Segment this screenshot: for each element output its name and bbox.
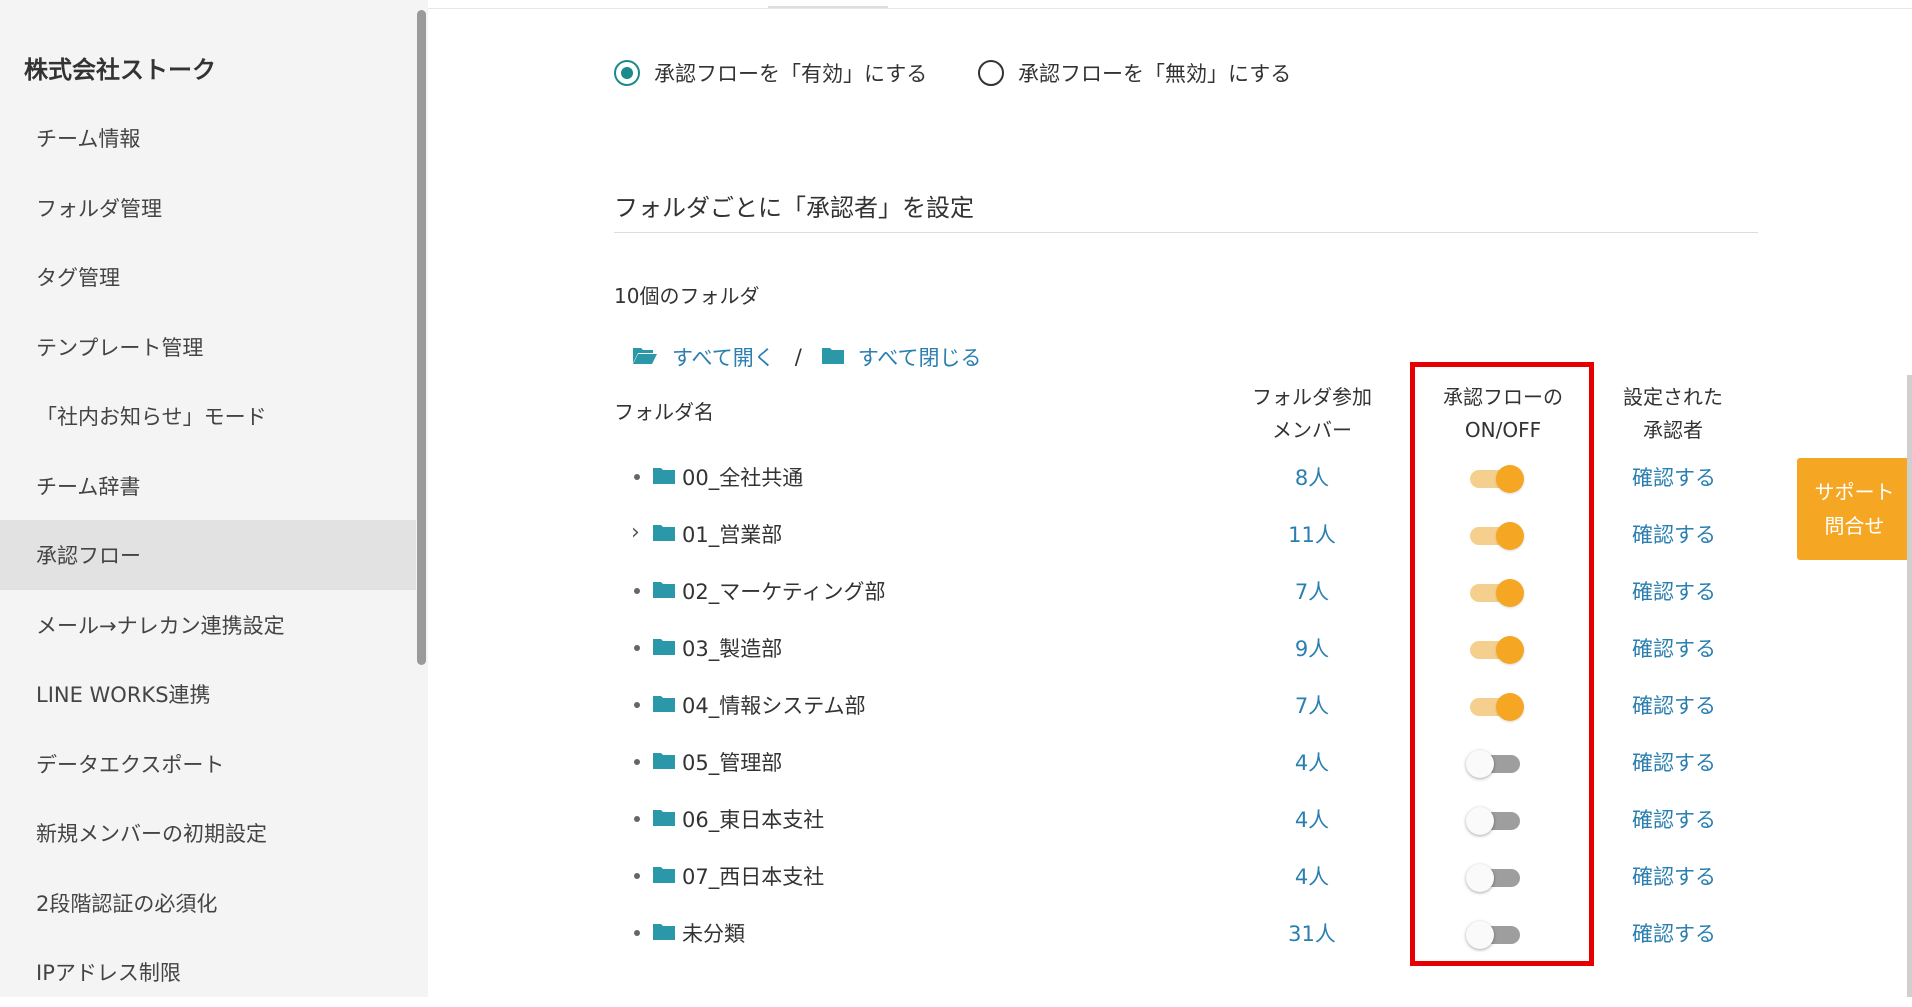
confirm-approver-link[interactable]: 確認する [1632,690,1716,720]
radio-checked-icon[interactable] [614,60,640,86]
folder-name[interactable]: 00_全社共通 [682,462,803,492]
sidebar-item[interactable]: チーム情報 [0,103,416,173]
top-tab-indicator [768,6,888,8]
section-divider [614,232,1758,233]
column-header-approver: 設定された 承認者 [1598,381,1748,447]
column-header-members-line2: メンバー [1272,418,1352,442]
member-count-link[interactable]: 9人 [1252,633,1372,663]
support-contact-button[interactable]: サポート 問合せ [1797,458,1912,560]
member-count-link[interactable]: 8人 [1252,462,1372,492]
close-all-link[interactable]: すべて閉じる [858,342,982,372]
separator: / [794,345,802,369]
sidebar-item-label: IPアドレス制限 [36,961,181,985]
chevron-right-icon[interactable]: › [631,519,640,547]
sidebar-scrollbar[interactable] [417,10,426,665]
bullet-icon [634,759,640,765]
radio-unchecked-icon[interactable] [978,60,1004,86]
bullet-icon [634,816,640,822]
confirm-approver-link[interactable]: 確認する [1632,804,1716,834]
folder-icon [653,865,675,887]
column-header-folder-name: フォルダ名 [614,400,714,424]
bullet-icon [634,474,640,480]
open-all-link[interactable]: すべて開く [672,342,775,372]
table-row: 07_西日本支社 4人 確認する [0,855,1912,895]
bullet-icon [634,645,640,651]
table-row: 06_東日本支社 4人 確認する [0,798,1912,838]
disable-approval-radio[interactable]: 承認フローを「無効」にする [978,58,1291,88]
member-count-link[interactable]: 7人 [1252,576,1372,606]
table-row: 03_製造部 9人 確認する [0,627,1912,667]
table-row: › 01_営業部 11人 確認する [0,513,1912,553]
column-header-approver-line1: 設定された [1623,385,1723,409]
folder-count: 10個のフォルダ [614,284,760,308]
settings-sidebar: 株式会社ストーク チーム情報フォルダ管理 タグ管理テンプレート管理「社内お知らせ」… [0,0,428,997]
confirm-approver-link[interactable]: 確認する [1632,747,1716,777]
column-header-members-line1: フォルダ参加 [1252,385,1372,409]
folder-name[interactable]: 07_西日本支社 [682,861,824,891]
table-row: 00_全社共通 8人 確認する [0,456,1912,496]
folder-name[interactable]: 04_情報システム部 [682,690,866,720]
confirm-approver-link[interactable]: 確認する [1632,462,1716,492]
folder-name[interactable]: 02_マーケティング部 [682,576,886,606]
folder-icon [653,523,675,545]
sidebar-item[interactable]: テンプレート管理 [0,312,416,382]
folder-name[interactable]: 未分類 [682,918,745,948]
member-count-link[interactable]: 4人 [1252,861,1372,891]
section-title: フォルダごとに「承認者」を設定 [614,194,974,222]
folder-open-icon [632,345,658,370]
sidebar-item[interactable]: 「社内お知らせ」モード [0,381,416,451]
confirm-approver-link[interactable]: 確認する [1632,918,1716,948]
bullet-icon [634,588,640,594]
folder-icon [653,580,675,602]
company-name: 株式会社ストーク [24,56,216,84]
enable-approval-radio[interactable]: 承認フローを「有効」にする [614,58,927,88]
sidebar-item-label: タグ管理 [36,266,120,290]
member-count-link[interactable]: 31人 [1252,918,1372,948]
table-row: 未分類 31人 確認する [0,912,1912,952]
folder-closed-icon [821,345,844,369]
member-count-link[interactable]: 4人 [1252,804,1372,834]
folder-icon [653,922,675,944]
member-count-link[interactable]: 11人 [1252,519,1372,549]
confirm-approver-link[interactable]: 確認する [1632,633,1716,663]
confirm-approver-link[interactable]: 確認する [1632,576,1716,606]
top-border [428,0,1912,9]
folder-name[interactable]: 06_東日本支社 [682,804,824,834]
confirm-approver-link[interactable]: 確認する [1632,519,1716,549]
table-row: 04_情報システム部 7人 確認する [0,684,1912,724]
folder-icon [653,466,675,488]
highlight-box [1410,362,1594,966]
sidebar-item-label: 「社内お知らせ」モード [36,405,267,429]
table-row: 02_マーケティング部 7人 確認する [0,570,1912,610]
bullet-icon [634,702,640,708]
sidebar-item-label: フォルダ管理 [36,196,162,221]
disable-approval-label: 承認フローを「無効」にする [1018,62,1292,86]
folder-icon [653,808,675,830]
folder-icon [653,751,675,773]
bullet-icon [634,930,640,936]
table-row: 05_管理部 4人 確認する [0,741,1912,781]
sidebar-item-label: テンプレート管理 [36,335,204,360]
column-header-approver-line2: 承認者 [1643,418,1703,442]
support-label-line2: 問合せ [1824,514,1885,538]
folder-icon [653,694,675,716]
member-count-link[interactable]: 7人 [1252,690,1372,720]
member-count-link[interactable]: 4人 [1252,747,1372,777]
column-header-members: フォルダ参加 メンバー [1232,381,1392,447]
support-label-line1: サポート [1814,480,1895,504]
folder-icon [653,637,675,659]
sidebar-item[interactable]: フォルダ管理 [0,173,416,243]
open-close-controls: すべて開く / すべて閉じる [632,342,981,372]
sidebar-item[interactable]: タグ管理 [0,242,416,312]
folder-name[interactable]: 03_製造部 [682,633,782,663]
sidebar-item-label: チーム情報 [36,127,141,151]
folder-name[interactable]: 05_管理部 [682,747,782,777]
page-scrollbar[interactable] [1907,375,1912,997]
bullet-icon [634,873,640,879]
folder-name[interactable]: 01_営業部 [682,519,782,549]
confirm-approver-link[interactable]: 確認する [1632,861,1716,891]
enable-approval-label: 承認フローを「有効」にする [654,62,928,86]
